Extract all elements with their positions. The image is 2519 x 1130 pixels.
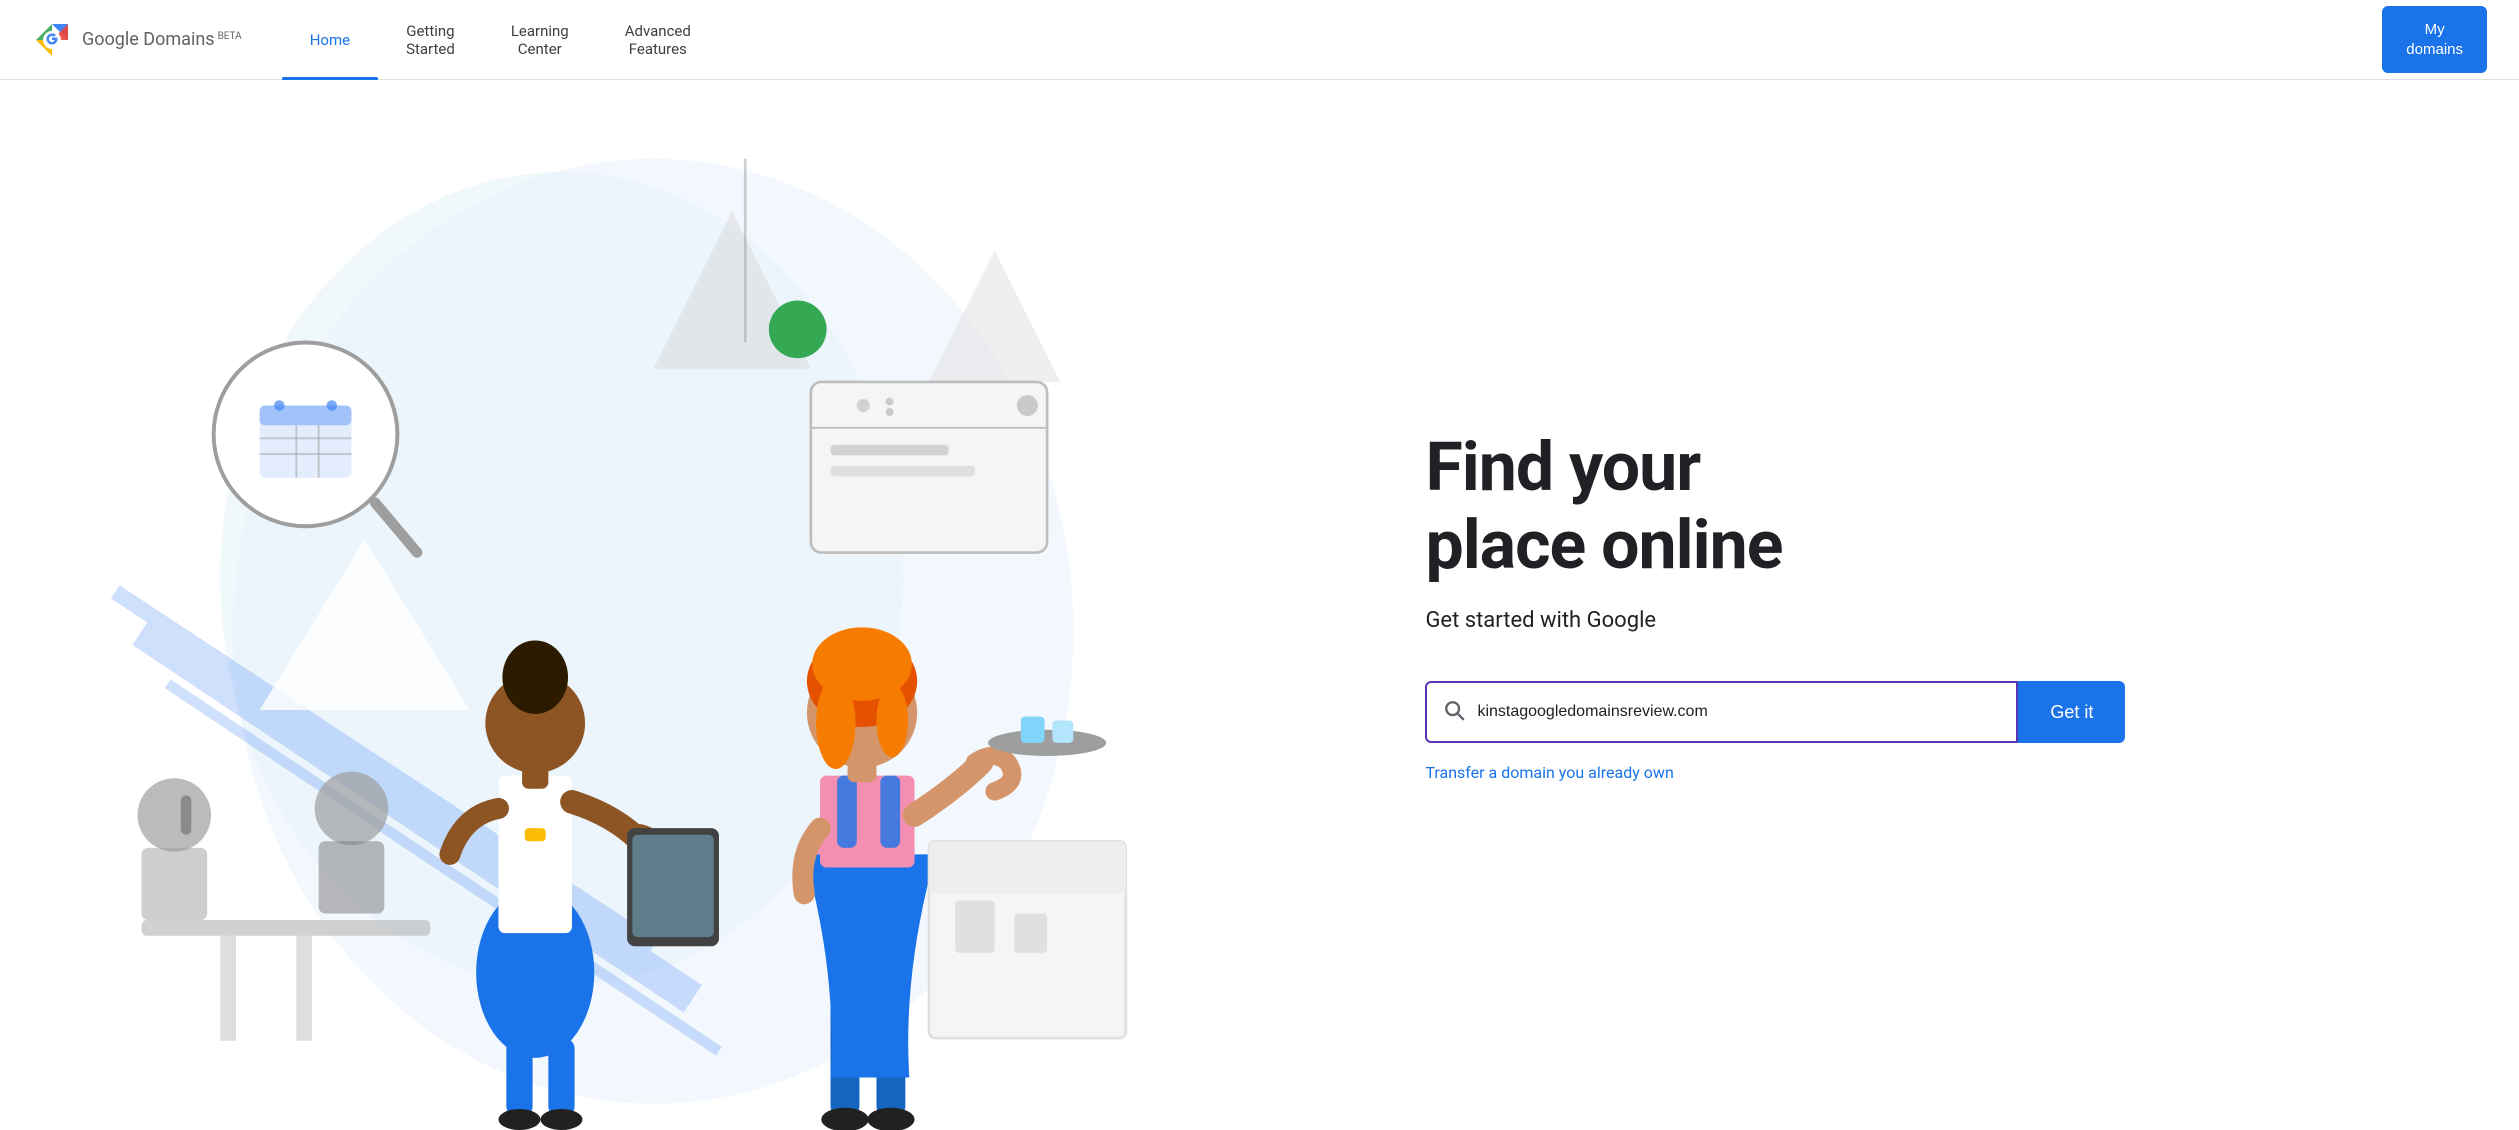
hero-illustration: [0, 80, 1385, 1130]
get-it-button[interactable]: Get it: [2018, 681, 2125, 743]
header: Google DomainsBETA Home Getting Started …: [0, 0, 2519, 80]
hero-title: Find your place online: [1425, 428, 2439, 584]
transfer-domain-link[interactable]: Transfer a domain you already own: [1425, 763, 2439, 782]
logo[interactable]: Google DomainsBETA: [32, 20, 242, 60]
illustration-svg: [0, 80, 1385, 1130]
nav-learning-center[interactable]: Learning Center: [483, 0, 597, 80]
nav-advanced-features[interactable]: Advanced Features: [597, 0, 719, 80]
nav-home[interactable]: Home: [282, 0, 378, 80]
main-nav: Home Getting Started Learning Center Adv…: [282, 0, 2383, 80]
hero-content: Find your place online Get started with …: [1385, 368, 2519, 842]
hero-subtitle: Get started with Google: [1425, 608, 2439, 633]
search-row: Get it: [1425, 681, 2125, 743]
logo-text: Google DomainsBETA: [82, 29, 242, 50]
main-content: Find your place online Get started with …: [0, 80, 2519, 1130]
nav-getting-started[interactable]: Getting Started: [378, 0, 483, 80]
search-box: [1425, 681, 2018, 743]
google-logo-icon: [32, 20, 72, 60]
search-icon: [1443, 699, 1465, 726]
header-right: My domains: [2382, 6, 2487, 73]
domain-search-input[interactable]: [1477, 703, 2000, 721]
my-domains-button[interactable]: My domains: [2382, 6, 2487, 73]
